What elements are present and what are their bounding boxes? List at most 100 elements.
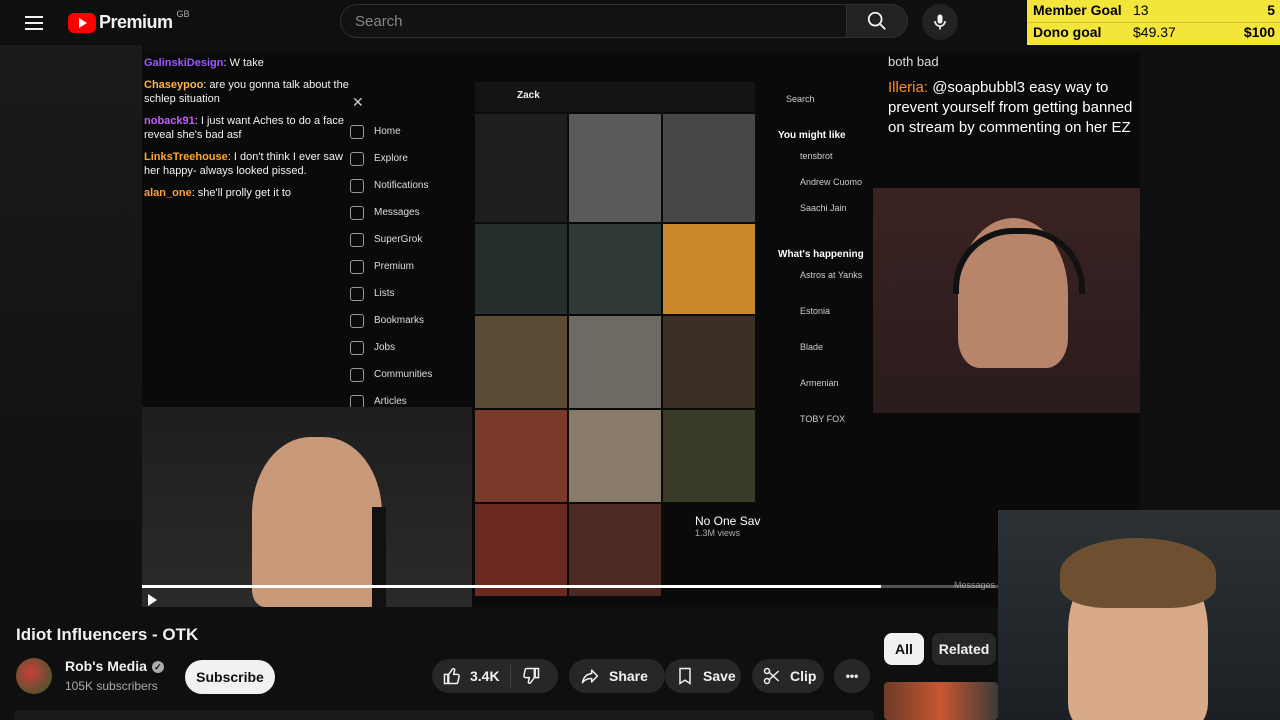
play-icon[interactable] [148, 594, 157, 606]
chat-message: alan_one: she'll prolly get it to [144, 186, 359, 200]
channel-name[interactable]: Rob's Media [65, 658, 147, 674]
media-tile [475, 316, 567, 408]
share-label: Share [609, 668, 648, 684]
clip-label: Clip [790, 668, 817, 684]
chip-all[interactable]: All [884, 633, 924, 665]
chat-text: : she'll prolly get it to [191, 187, 291, 199]
host-webcam [142, 407, 472, 607]
x-profile-name: Zack [517, 90, 540, 101]
nav-item-icon [350, 286, 364, 301]
chat-username: noback91 [144, 115, 195, 127]
x-nav-item: Bookmarks [350, 307, 470, 334]
chat-message: Chaseypoo: are you gonna talk about the … [144, 78, 359, 106]
x-nav-label: Messages [374, 207, 420, 218]
more-actions-button[interactable]: ••• [834, 659, 870, 693]
video-player[interactable]: GalinskiDesign: W take Chaseypoo: are you… [142, 52, 1140, 607]
description-box-edge [14, 710, 874, 720]
microphone-icon [934, 14, 946, 30]
x-nav-label: Notifications [374, 180, 429, 191]
media-tile [475, 224, 567, 314]
media-tile [663, 410, 755, 502]
nav-item-icon [350, 151, 364, 166]
clip-button[interactable]: Clip [752, 659, 824, 693]
x-nav-label: Articles [374, 396, 407, 407]
x-nav-item: Messages [350, 199, 470, 226]
dislike-button[interactable] [521, 659, 549, 693]
x-nav-label: SuperGrok [374, 234, 423, 245]
media-tile [569, 224, 661, 314]
video-title: Idiot Influencers - OTK [16, 625, 199, 644]
member-goal-target: 5 [1267, 2, 1275, 18]
x-nav-item: Communities [350, 361, 470, 388]
chat-username: LinksTreehouse [144, 151, 228, 163]
member-goal-current: 13 [1133, 2, 1149, 18]
media-tile [569, 410, 661, 502]
close-icon: ✕ [352, 94, 364, 110]
dono-goal-target: $100 [1243, 24, 1275, 40]
bookmark-icon [679, 667, 691, 685]
media-tile [663, 316, 755, 408]
x-nav-label: Bookmarks [374, 315, 425, 326]
nav-item-icon [350, 340, 364, 355]
menu-icon[interactable] [22, 12, 46, 32]
chat-message: Illeria: @soapbubbl3 easy way to prevent… [888, 78, 1140, 138]
media-tile [475, 114, 567, 222]
x-nav-label: Premium [374, 261, 415, 272]
x-nav-item: Lists [350, 280, 470, 307]
x-sidebar-nav: Home Explore Notifications Messages SuperGro… [350, 118, 470, 415]
chip-related[interactable]: Related [932, 633, 996, 665]
channel-avatar[interactable] [16, 658, 52, 694]
nav-item-icon [350, 259, 364, 274]
x-nav-label: Jobs [374, 342, 396, 353]
clip-overlay: No One Sav 1.3M views [695, 514, 760, 538]
youtube-premium-logo[interactable]: Premium GB [68, 9, 190, 33]
like-dislike-group: 3.4K [432, 659, 558, 693]
like-count: 3.4K [470, 668, 500, 684]
channel-name-row[interactable]: Rob's Media ✓ [65, 658, 164, 674]
media-tile [663, 224, 755, 314]
webcam-headphones [953, 228, 1085, 294]
x-nav-item: Home [350, 118, 470, 145]
dono-goal-current: $49.37 [1133, 24, 1176, 40]
save-label: Save [703, 668, 736, 684]
x-nav-label: Home [374, 126, 401, 137]
clip-title: No One Sav [695, 514, 761, 528]
suggested-account: tensbrot [800, 151, 833, 161]
media-tile [569, 504, 661, 596]
thumbs-down-icon [522, 667, 539, 685]
streamer-webcam [873, 188, 1140, 413]
youtube-play-icon [68, 12, 96, 33]
stream-goal-overlay: Member Goal 13 5 Dono goal $49.37 $100 [1027, 0, 1280, 45]
progress-bar[interactable] [142, 585, 1140, 588]
voice-search-button[interactable] [922, 4, 958, 40]
media-tile [475, 504, 567, 596]
x-nav-label: Lists [374, 288, 395, 299]
more-icon: ••• [845, 669, 859, 683]
like-button[interactable]: 3.4K [432, 659, 500, 693]
search-box [340, 4, 846, 38]
trend-item: TOBY FOX [800, 414, 846, 424]
x-nav-label: Explore [374, 153, 408, 164]
nav-item-icon [350, 205, 364, 220]
thumbs-up-icon [443, 667, 460, 685]
save-button[interactable]: Save [665, 659, 741, 693]
dono-goal-label: Dono goal [1033, 24, 1102, 40]
media-tile [475, 410, 567, 502]
nav-item-icon [350, 367, 364, 382]
media-tile [663, 114, 755, 222]
subscribe-button[interactable]: Subscribe [185, 660, 275, 694]
nav-item-icon [350, 313, 364, 328]
clip-views: 1.3M views [695, 528, 741, 538]
search-input[interactable] [341, 5, 835, 37]
reactor-webcam [998, 510, 1280, 720]
recommended-video-thumbnail[interactable] [884, 682, 998, 720]
nav-item-icon [350, 178, 364, 193]
like-divider [509, 665, 511, 687]
search-button[interactable] [846, 4, 908, 38]
subscriber-count: 105K subscribers [65, 679, 158, 693]
x-nav-item: Premium [350, 253, 470, 280]
chat-username: Illeria: [888, 79, 929, 96]
share-button[interactable]: Share [569, 659, 665, 693]
chat-username: GalinskiDesign [144, 57, 224, 69]
chat-username: Chaseypoo [144, 79, 204, 91]
